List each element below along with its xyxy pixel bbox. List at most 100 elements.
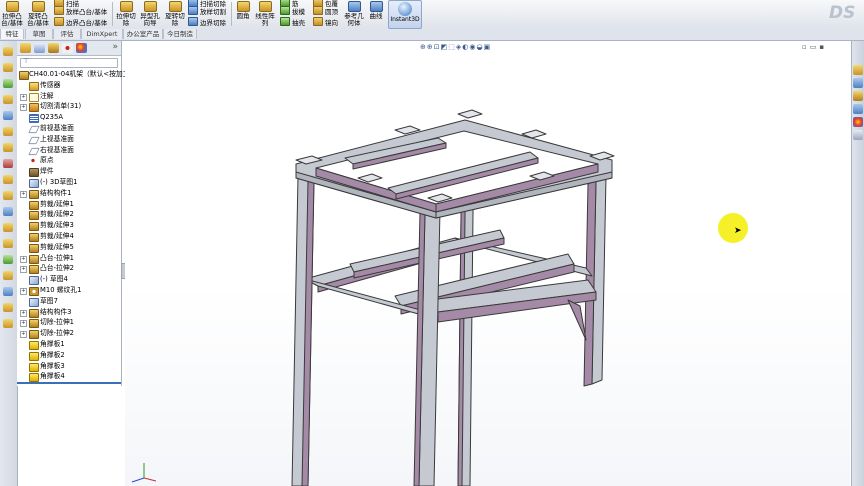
tree-item-cut-extrude1[interactable]: + 切除-拉伸1 [17,317,121,329]
tree-item-gusset4[interactable]: 角撑板4 [17,371,121,383]
tree-item-origin[interactable]: 原点 [17,155,121,166]
view-settings-icon[interactable]: ▣ [484,43,492,51]
shell-button[interactable]: 抽壳 [280,17,305,27]
extrude-boss-button[interactable]: 拉伸凸台/基体 [0,1,24,27]
feature-manager-tab-icon[interactable] [20,43,31,53]
fillet-button[interactable]: 圆角 [234,1,252,20]
minimize-icon[interactable]: ▫ [802,43,810,51]
reference-geometry-button[interactable]: 参考几何体 [343,1,365,27]
tool-icon[interactable] [3,239,13,248]
tool-icon[interactable] [3,303,13,312]
tool-icon[interactable] [3,79,13,88]
boundary-cut-button[interactable]: 边界切除 [188,17,226,27]
tree-filter-input[interactable]: ⊤ [20,57,118,68]
tool-icon[interactable] [3,319,13,328]
tree-item-3d-sketch1[interactable]: (-) 3D草图1 [17,177,121,188]
draft-button[interactable]: 拔模 [280,6,305,16]
custom-properties-icon[interactable] [853,130,863,140]
file-explorer-icon[interactable] [853,91,863,101]
tree-item-trim-extend2[interactable]: 剪裁/延伸2 [17,209,121,221]
tool-icon[interactable] [3,127,13,136]
chevron-right-icon[interactable]: » [112,42,118,52]
display-manager-tab-icon[interactable] [76,43,87,53]
tree-root[interactable]: CH40.01-04机架（默认<按加工> [17,69,135,80]
expand-toggle[interactable]: + [20,287,27,295]
tree-item-trim-extend3[interactable]: 剪裁/延伸3 [17,220,121,232]
curves-button[interactable]: 曲线 [367,1,385,20]
tool-icon[interactable] [3,223,13,232]
expand-toggle[interactable]: + [20,309,27,317]
tree-item-structural-member3[interactable]: + 结构构件3 [17,307,121,318]
tree-item-sketch4[interactable]: (-) 草图4 [17,274,121,286]
tool-icon[interactable] [3,207,13,216]
expand-toggle[interactable]: + [20,331,27,339]
tool-icon[interactable] [3,255,13,264]
revolve-boss-button[interactable]: 旋转凸台/基体 [26,1,50,27]
appearances-icon[interactable] [853,117,863,127]
tab-evaluate[interactable]: 评估 [53,29,81,39]
mirror-button[interactable]: 镜向 [313,17,338,27]
tree-item-right-plane[interactable]: 右视基准面 [17,145,121,156]
view-orientation-icon[interactable]: ⬚ [448,43,456,51]
expand-toggle[interactable]: + [20,93,27,101]
tree-item-boss-extrude2[interactable]: + 凸台-拉伸2 [17,263,121,275]
tab-features[interactable]: 特征 [0,29,24,39]
hole-wizard-button[interactable]: 异型孔向导 [139,1,161,27]
graphics-area[interactable] [125,41,850,486]
tool-icon[interactable] [3,47,13,56]
restore-icon[interactable]: ▭ [810,43,820,51]
tool-icon[interactable] [3,191,13,200]
tree-item-annotations[interactable]: + 注解 [17,91,121,102]
zoom-to-fit-icon[interactable]: ⊕ [420,43,427,51]
tool-icon[interactable] [3,111,13,120]
dimxpert-manager-tab-icon[interactable] [62,43,73,53]
heads-up-view-toolbar[interactable]: ⊕⊕⊡◩⬚◈◐◉◒▣ [420,43,491,53]
instant3d-button[interactable]: Instant3D [388,0,422,29]
expand-toggle[interactable]: + [20,255,27,263]
design-library-icon[interactable] [853,78,863,88]
tab-today-manufacturing[interactable]: 今日制造 [163,29,197,39]
close-icon[interactable]: ▪ [819,43,827,51]
revolve-cut-button[interactable]: 旋转切除 [164,1,186,27]
solidworks-resources-icon[interactable] [853,65,863,75]
tree-item-gusset2[interactable]: 角撑板2 [17,350,121,361]
lofted-cut-button[interactable]: 放样切割 [188,6,226,16]
tree-item-weldment[interactable]: 焊件 [17,166,121,178]
tool-icon[interactable] [3,271,13,280]
scene-icon[interactable]: ◒ [476,43,483,51]
boundary-boss-button[interactable]: 边界凸台/基体 [54,17,107,27]
tab-office-products[interactable]: 办公室产品 [123,29,163,39]
loft-boss-button[interactable]: 放样凸台/基体 [54,6,107,16]
tool-icon[interactable] [3,63,13,72]
expand-toggle[interactable]: + [20,190,27,198]
expand-toggle[interactable]: + [20,266,27,274]
view-palette-icon[interactable] [853,104,863,114]
tool-icon[interactable] [3,287,13,296]
tree-item-sensors[interactable]: 传感器 [17,80,121,91]
tree-item-material[interactable]: Q235A [17,112,121,124]
dome-button[interactable]: 圆顶 [313,6,338,16]
tool-icon[interactable] [3,175,13,184]
tree-item-sketch7[interactable]: 草图7 [17,296,121,307]
tree-item-boss-extrude1[interactable]: + 凸台-拉伸1 [17,253,121,264]
tree-item-trim-extend5[interactable]: 剪裁/延伸5 [17,242,121,253]
previous-view-icon[interactable]: ⊡ [434,43,441,51]
tree-item-front-plane[interactable]: 前视基准面 [17,123,121,134]
zoom-area-icon[interactable]: ⊕ [427,43,434,51]
tree-item-gusset1[interactable]: 角撑板1 [17,339,121,350]
tree-item-trim-extend4[interactable]: 剪裁/延伸4 [17,231,121,242]
expand-toggle[interactable]: + [20,104,27,112]
tree-item-cut-extrude2[interactable]: + 切除-拉伸2 [17,328,121,340]
configuration-manager-tab-icon[interactable] [48,43,59,53]
tab-sketch[interactable]: 草图 [25,29,53,39]
tool-icon[interactable] [3,143,13,152]
expand-toggle[interactable]: + [20,320,27,328]
tree-item-gusset3[interactable]: 角撑板3 [17,361,121,372]
tree-item-cut-list[interactable]: + 切割清单(31) [17,101,121,113]
tool-icon[interactable] [3,159,13,168]
tool-icon[interactable] [3,95,13,104]
property-manager-tab-icon[interactable] [34,43,45,53]
tab-dimxpert[interactable]: DimXpert [81,29,123,39]
tree-item-m10-tapped-hole1[interactable]: + M10 螺纹孔1 [17,285,121,296]
tree-item-structural-member1[interactable]: + 结构构件1 [17,188,121,199]
